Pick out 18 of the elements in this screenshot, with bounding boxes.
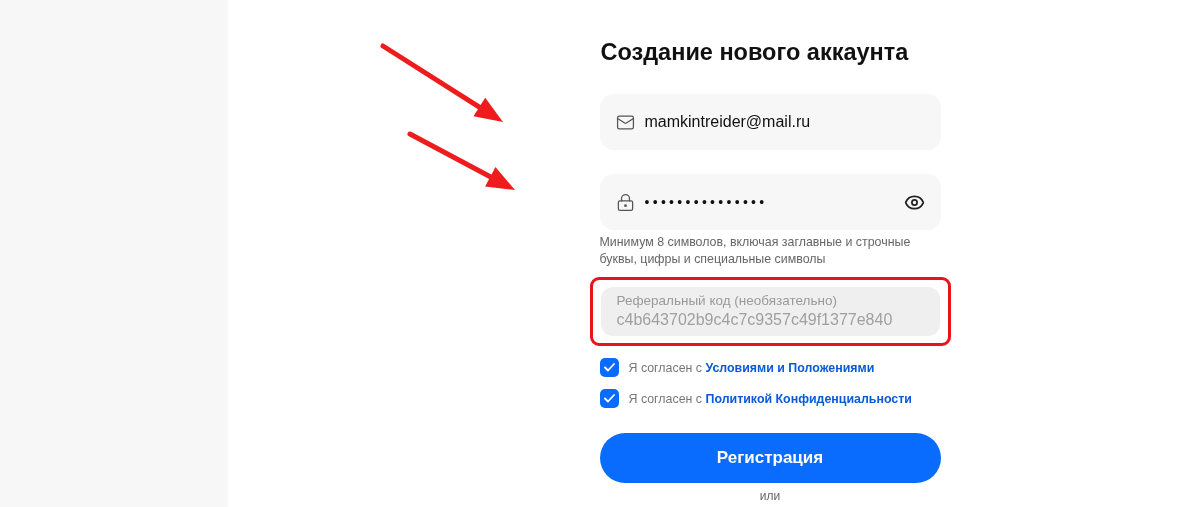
password-input[interactable]: ••••••••••••••• xyxy=(644,194,894,210)
password-hint: Минимум 8 символов, включая заглавные и строчные буквы, цифры и специальные символы xyxy=(599,234,912,268)
agreement-link[interactable]: Условиями и Положениями xyxy=(705,360,875,375)
email-input[interactable]: mamkintreider@mail.ru xyxy=(644,113,925,131)
check-icon xyxy=(603,363,615,372)
divider-text: или xyxy=(759,489,781,503)
agreement-text: Я согласен с Условиями и Положениями xyxy=(628,360,875,375)
page-title: Создание нового аккаунта xyxy=(600,39,910,66)
lock-icon xyxy=(615,192,635,212)
register-button[interactable]: Регистрация xyxy=(599,433,941,483)
agreement-text: Я согласен с Политикой Конфиденциальности xyxy=(628,391,912,406)
check-icon xyxy=(603,394,615,403)
checkbox[interactable] xyxy=(599,389,619,408)
email-field[interactable]: mamkintreider@mail.ru xyxy=(599,94,941,150)
password-field[interactable]: ••••••••••••••• xyxy=(599,174,941,230)
agreement-link[interactable]: Политикой Конфиденциальности xyxy=(705,391,912,406)
checkbox[interactable] xyxy=(599,358,619,377)
field-label: Реферальный код (необязательно) xyxy=(616,293,838,308)
